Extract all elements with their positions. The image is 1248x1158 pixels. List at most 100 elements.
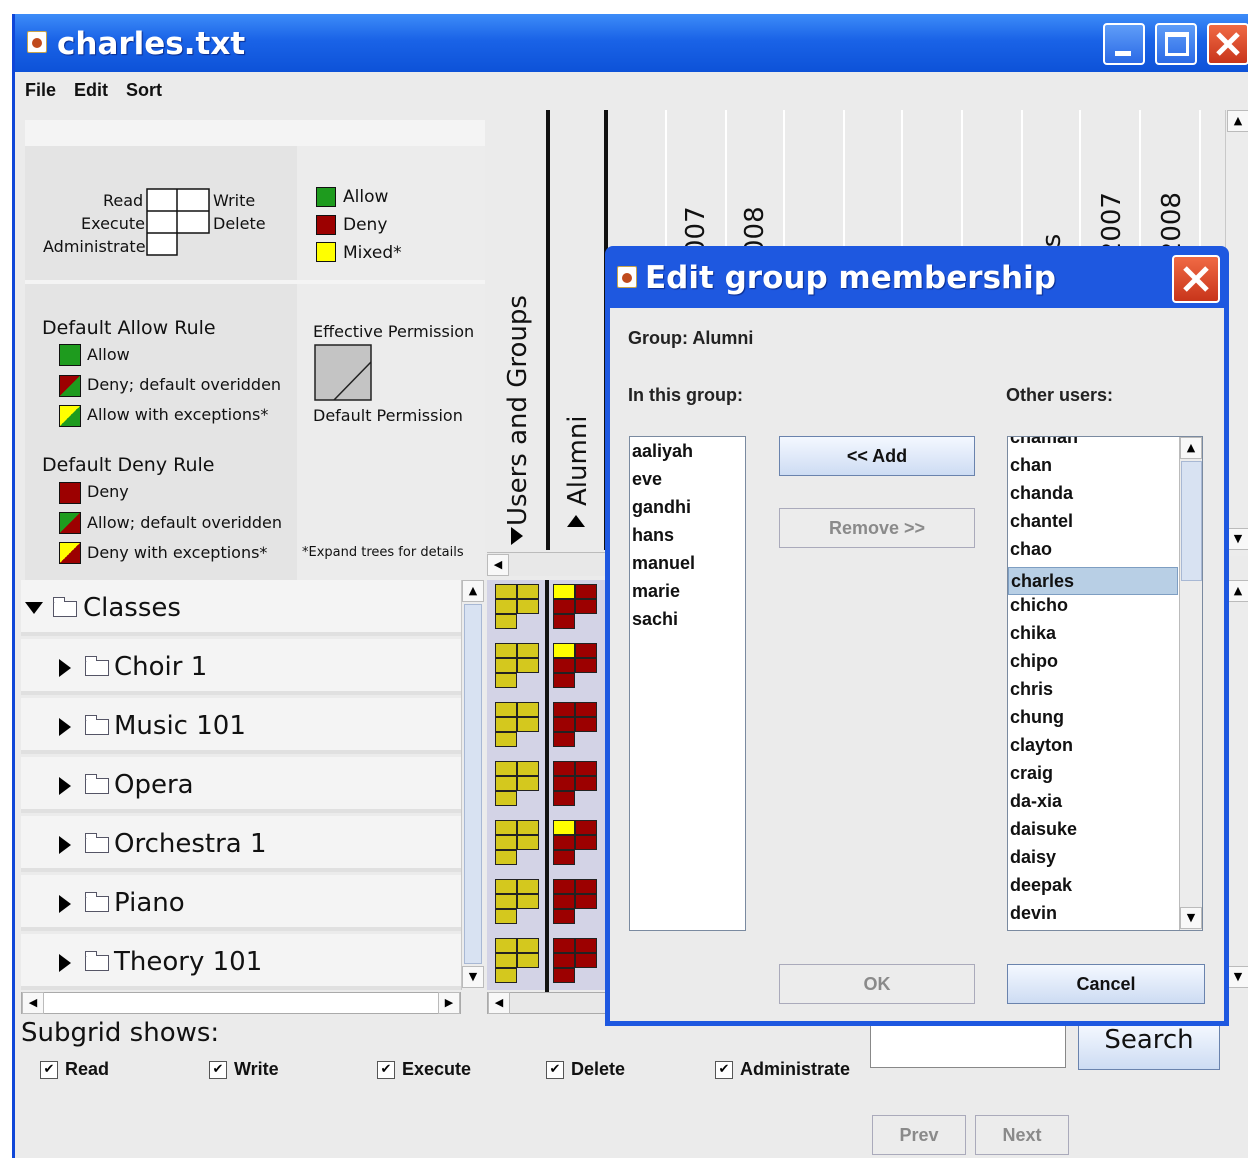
collapse-arrow-icon[interactable] xyxy=(25,602,43,614)
scroll-down-icon[interactable]: ▼ xyxy=(462,966,484,988)
menu-edit[interactable]: Edit xyxy=(74,80,108,101)
expand-arrow-icon[interactable] xyxy=(59,895,71,913)
scroll-down-icon[interactable]: ▼ xyxy=(1227,966,1248,988)
scroll-thumb[interactable] xyxy=(1181,461,1202,581)
permission-cell-deny[interactable] xyxy=(553,879,597,924)
expand-arrow-icon[interactable] xyxy=(59,718,71,736)
expand-arrow-icon[interactable] xyxy=(59,836,71,854)
tree-row[interactable]: Music 101 xyxy=(21,698,461,754)
scroll-up-icon[interactable]: ▲ xyxy=(1180,437,1202,459)
in-group-user[interactable]: eve xyxy=(632,469,662,490)
tree-scrollbar[interactable]: ▲ ▼ xyxy=(461,580,485,990)
in-group-list[interactable]: aaliyah eve gandhi hans manuel marie sachi xyxy=(629,436,746,931)
tree-row[interactable]: Opera xyxy=(21,757,461,813)
expand-arrow-icon[interactable] xyxy=(59,954,71,972)
execute-checkbox[interactable]: ✔ xyxy=(377,1061,395,1079)
add-button[interactable]: << Add xyxy=(779,436,975,476)
minimize-button[interactable] xyxy=(1103,23,1145,65)
title-bar[interactable]: charles.txt xyxy=(15,14,1248,72)
collapse-arrow-icon[interactable] xyxy=(567,515,585,527)
permission-cell-deny[interactable] xyxy=(553,702,597,747)
tree-row[interactable]: Choir 1 xyxy=(21,639,461,695)
expand-arrow-icon[interactable] xyxy=(511,527,523,545)
other-user[interactable]: chris xyxy=(1010,679,1053,700)
deny-swatch xyxy=(316,215,336,235)
scroll-right-icon[interactable]: ▶ xyxy=(438,992,460,1014)
scroll-down-icon[interactable]: ▼ xyxy=(1227,528,1248,550)
menu-sort[interactable]: Sort xyxy=(126,80,162,101)
scroll-left-icon[interactable]: ◀ xyxy=(488,992,510,1014)
remove-button[interactable]: Remove >> xyxy=(779,508,975,548)
permission-cell-mixed[interactable] xyxy=(495,879,539,924)
other-user[interactable]: daisuke xyxy=(1010,819,1077,840)
other-user[interactable]: chanda xyxy=(1010,483,1073,504)
column-alumni[interactable]: Alumni xyxy=(563,415,593,506)
column-users-and-groups[interactable]: Users and Groups xyxy=(503,295,533,526)
in-group-user[interactable]: manuel xyxy=(632,553,695,574)
maximize-button[interactable] xyxy=(1155,23,1197,65)
next-button[interactable]: Next xyxy=(975,1115,1069,1155)
permission-cell-deny[interactable] xyxy=(553,643,597,688)
tree-hscrollbar[interactable]: ◀ ▶ xyxy=(21,992,461,1014)
tree-row-classes[interactable]: Classes xyxy=(21,580,461,636)
permission-cell-deny[interactable] xyxy=(553,820,597,865)
in-group-user[interactable]: sachi xyxy=(632,609,678,630)
other-user[interactable]: da-xia xyxy=(1010,791,1062,812)
administrate-checkbox[interactable]: ✔ xyxy=(715,1061,733,1079)
permission-cell-mixed[interactable] xyxy=(495,820,539,865)
scroll-up-icon[interactable]: ▲ xyxy=(462,580,484,602)
other-user[interactable]: deepak xyxy=(1010,875,1072,896)
ok-button[interactable]: OK xyxy=(779,964,975,1004)
in-group-user[interactable]: marie xyxy=(632,581,680,602)
other-user[interactable]: chika xyxy=(1010,623,1056,644)
other-user[interactable]: chipo xyxy=(1010,651,1058,672)
permission-cell-deny[interactable] xyxy=(553,584,597,629)
read-checkbox[interactable]: ✔ xyxy=(40,1061,58,1079)
permission-cell-mixed[interactable] xyxy=(495,761,539,806)
close-button[interactable] xyxy=(1207,23,1248,65)
expand-arrow-icon[interactable] xyxy=(59,777,71,795)
other-user[interactable]: chan xyxy=(1010,455,1052,476)
other-user[interactable]: charles xyxy=(1008,567,1178,595)
scroll-thumb[interactable] xyxy=(464,604,482,964)
scroll-left-icon[interactable]: ◀ xyxy=(487,554,509,576)
other-user[interactable]: clayton xyxy=(1010,735,1073,756)
other-user[interactable]: devin xyxy=(1010,903,1057,924)
other-user[interactable]: chicho xyxy=(1010,595,1068,616)
delete-checkbox[interactable]: ✔ xyxy=(546,1061,564,1079)
in-group-user[interactable]: gandhi xyxy=(632,497,691,518)
other-user[interactable]: chao xyxy=(1010,539,1052,560)
scroll-up-icon[interactable]: ▲ xyxy=(1227,580,1248,602)
tree-row[interactable]: Theory 101 xyxy=(21,934,461,990)
dialog-close-button[interactable] xyxy=(1172,255,1220,303)
tree-row[interactable]: Orchestra 1 xyxy=(21,816,461,872)
other-user[interactable]: chaman xyxy=(1010,437,1078,448)
permission-cell-deny[interactable] xyxy=(553,938,597,983)
other-user[interactable]: daisy xyxy=(1010,847,1056,868)
permission-cell-deny[interactable] xyxy=(553,761,597,806)
permission-cell-mixed[interactable] xyxy=(495,584,539,629)
other-users-scrollbar[interactable]: ▲ ▼ xyxy=(1179,437,1202,930)
in-group-user[interactable]: aaliyah xyxy=(632,441,693,462)
permission-cell-mixed[interactable] xyxy=(495,643,539,688)
search-button[interactable]: Search xyxy=(1078,1024,1220,1070)
other-user[interactable]: chung xyxy=(1010,707,1064,728)
cancel-button[interactable]: Cancel xyxy=(1007,964,1205,1004)
subgrid-label: Subgrid shows: xyxy=(21,1018,220,1048)
scroll-up-icon[interactable]: ▲ xyxy=(1227,110,1248,132)
search-input[interactable] xyxy=(870,1024,1066,1068)
scroll-left-icon[interactable]: ◀ xyxy=(22,992,44,1014)
menu-file[interactable]: File xyxy=(25,80,56,101)
tree-row[interactable]: Piano xyxy=(21,875,461,931)
other-users-list[interactable]: ▲ ▼ chaman chan chanda chantel chao charles ch… xyxy=(1007,436,1203,931)
scroll-down-icon[interactable]: ▼ xyxy=(1180,907,1202,929)
in-group-user[interactable]: hans xyxy=(632,525,674,546)
expand-arrow-icon[interactable] xyxy=(59,659,71,677)
other-user[interactable]: chantel xyxy=(1010,511,1073,532)
permission-cell-mixed[interactable] xyxy=(495,938,539,983)
write-checkbox[interactable]: ✔ xyxy=(209,1061,227,1079)
other-user[interactable]: craig xyxy=(1010,763,1053,784)
legend-mixed: Mixed* xyxy=(343,243,402,263)
permission-cell-mixed[interactable] xyxy=(495,702,539,747)
prev-button[interactable]: Prev xyxy=(872,1115,966,1155)
